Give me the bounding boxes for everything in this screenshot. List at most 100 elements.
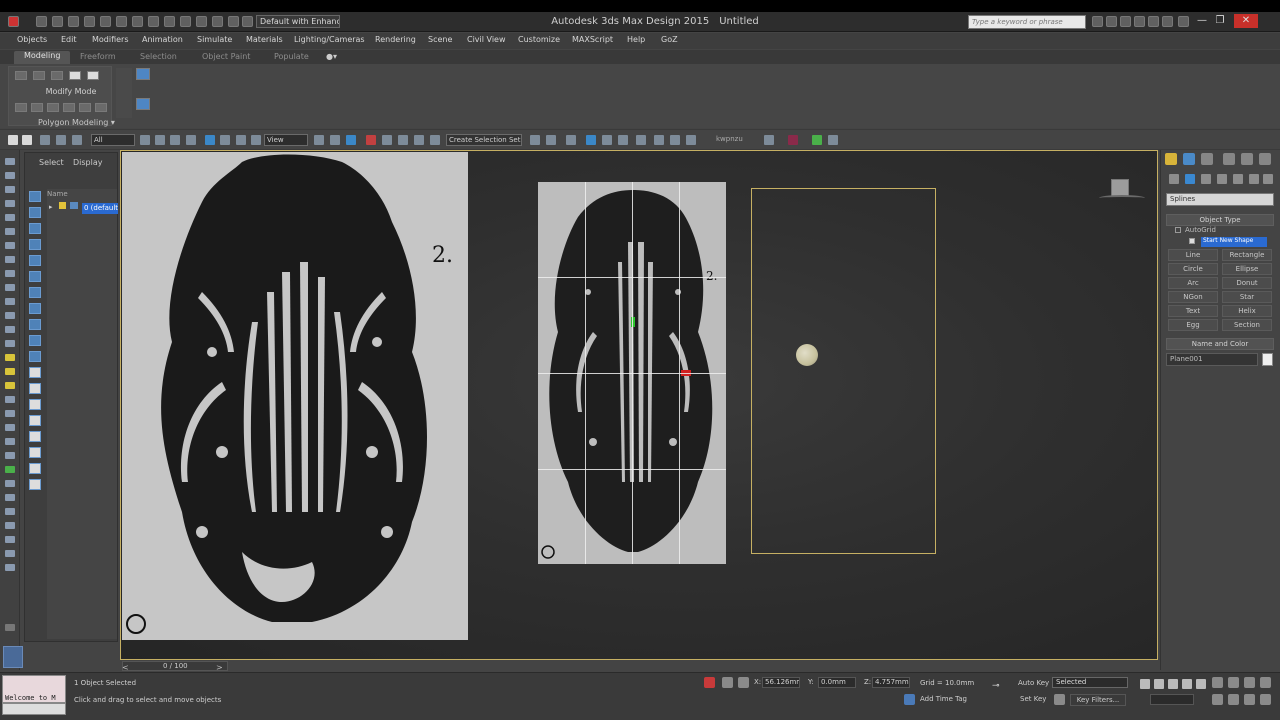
- play-icon[interactable]: [1168, 679, 1178, 689]
- mirror-icon[interactable]: [530, 135, 540, 145]
- explorer-tool-icon[interactable]: [29, 383, 41, 394]
- start-new-shape-checkbox[interactable]: [1189, 238, 1195, 244]
- quick-access-icon[interactable]: [164, 16, 175, 27]
- utilities-tab-icon[interactable]: [1259, 153, 1271, 165]
- zoom-icon[interactable]: [1212, 677, 1223, 688]
- tool-strip-icon[interactable]: [5, 158, 15, 165]
- zoom-all-icon[interactable]: [1228, 677, 1239, 688]
- pivot-center-icon[interactable]: [314, 135, 324, 145]
- tool-strip-icon[interactable]: [5, 522, 15, 529]
- reference-coordinate-dropdown[interactable]: View: [264, 134, 308, 146]
- prev-frame-icon[interactable]: [1154, 679, 1164, 689]
- orbit-icon[interactable]: [1244, 694, 1255, 705]
- menu-simulate[interactable]: Simulate: [197, 35, 232, 44]
- placement-icon[interactable]: [251, 135, 261, 145]
- tool-strip-icon[interactable]: [5, 242, 15, 249]
- undo-icon[interactable]: [84, 16, 95, 27]
- ribbon-options-icon[interactable]: ●▾: [326, 52, 337, 61]
- tool-strip-icon[interactable]: [5, 312, 15, 319]
- ribbon-tool-icon[interactable]: [136, 68, 150, 80]
- tab-modeling[interactable]: Modeling: [14, 51, 71, 64]
- undo-icon[interactable]: [8, 135, 18, 145]
- quick-access-icon[interactable]: [228, 16, 239, 27]
- help-search-input[interactable]: Type a keyword or phrase: [968, 15, 1086, 29]
- pan-icon[interactable]: [1228, 694, 1239, 705]
- menu-goz[interactable]: GoZ: [661, 35, 678, 44]
- tool-strip-icon[interactable]: [5, 466, 15, 473]
- tool-strip-icon[interactable]: [5, 340, 15, 347]
- tool-strip-icon[interactable]: [5, 200, 15, 207]
- tool-strip-icon[interactable]: [5, 382, 15, 389]
- ribbon-tool-icon[interactable]: [136, 98, 150, 110]
- reference-image-plane-selected[interactable]: 2.: [538, 182, 726, 564]
- y-coordinate-field[interactable]: 0.0mm: [818, 677, 856, 688]
- ribbon-tool-icon[interactable]: [95, 103, 107, 112]
- tool-strip-icon[interactable]: [5, 326, 15, 333]
- tool-strip-icon[interactable]: [5, 396, 15, 403]
- tool-strip-icon[interactable]: [5, 410, 15, 417]
- maximize-viewport-icon[interactable]: [1260, 694, 1271, 705]
- geometry-icon[interactable]: [1169, 174, 1179, 184]
- toggle-scene-explorer-icon[interactable]: [566, 135, 576, 145]
- autogrid-checkbox[interactable]: [1175, 227, 1181, 233]
- modify-tab-icon[interactable]: [1183, 153, 1195, 165]
- tool-strip-icon[interactable]: [5, 214, 15, 221]
- explorer-tool-icon[interactable]: [29, 399, 41, 410]
- ribbon-tool-icon[interactable]: [69, 71, 81, 80]
- tool-strip-icon[interactable]: [5, 564, 15, 571]
- menu-help[interactable]: Help: [627, 35, 645, 44]
- name-and-color-rollout[interactable]: Name and Color: [1166, 338, 1274, 350]
- select-and-rotate-icon[interactable]: [220, 135, 230, 145]
- ribbon-tool-icon[interactable]: [15, 71, 27, 80]
- selected-rectangle-spline[interactable]: [751, 188, 936, 554]
- start-new-shape-button[interactable]: Start New Shape: [1201, 237, 1267, 247]
- current-frame-field[interactable]: [1150, 694, 1194, 705]
- bind-space-warp-icon[interactable]: [72, 135, 82, 145]
- spinner-snap-icon[interactable]: [414, 135, 424, 145]
- hold-icon[interactable]: [116, 16, 127, 27]
- tool-strip-icon[interactable]: [5, 186, 15, 193]
- named-selection-set-dropdown[interactable]: Create Selection Set: [446, 134, 522, 146]
- space-warps-icon[interactable]: [1249, 174, 1259, 184]
- explorer-tool-icon[interactable]: [29, 415, 41, 426]
- tool-strip-icon[interactable]: [5, 624, 15, 631]
- hierarchy-tab-icon[interactable]: [1201, 153, 1213, 165]
- select-and-scale-icon[interactable]: [236, 135, 246, 145]
- systems-icon[interactable]: [1263, 174, 1273, 184]
- donut-button[interactable]: Donut: [1222, 277, 1272, 289]
- create-tab-icon[interactable]: [1165, 153, 1177, 165]
- tool-strip-icon[interactable]: [5, 508, 15, 515]
- select-and-move-icon[interactable]: [205, 135, 215, 145]
- object-color-swatch[interactable]: [1262, 353, 1273, 366]
- object-category-dropdown[interactable]: Splines: [1166, 193, 1274, 206]
- tool-strip-icon[interactable]: [5, 452, 15, 459]
- set-keys-icon[interactable]: [1054, 694, 1065, 705]
- ngon-button[interactable]: NGon: [1168, 291, 1218, 303]
- toggle-layer-explorer-icon[interactable]: [586, 135, 596, 145]
- toolbar-extra-icon[interactable]: [812, 135, 822, 145]
- tool-strip-icon[interactable]: [5, 536, 15, 543]
- next-frame-icon[interactable]: [1182, 679, 1192, 689]
- time-slider-next-icon[interactable]: >: [216, 663, 223, 672]
- rectangle-button[interactable]: Rectangle: [1222, 249, 1272, 261]
- communication-center-icon[interactable]: [1106, 16, 1117, 27]
- tool-strip-icon[interactable]: [5, 550, 15, 557]
- modify-mode-button[interactable]: Modify Mode: [35, 87, 107, 96]
- key-set-dropdown[interactable]: Selected: [1052, 677, 1128, 688]
- select-link-icon[interactable]: [40, 135, 50, 145]
- menu-lighting-cameras[interactable]: Lighting/Cameras: [294, 35, 365, 44]
- quick-access-icon[interactable]: [196, 16, 207, 27]
- explorer-tool-icon[interactable]: [29, 351, 41, 362]
- close-button[interactable]: ✕: [1234, 14, 1258, 28]
- isolate-selection-icon[interactable]: [704, 677, 715, 688]
- menu-maxscript[interactable]: MAXScript: [572, 35, 613, 44]
- menu-scene[interactable]: Scene: [428, 35, 452, 44]
- project-folder-icon[interactable]: [148, 16, 159, 27]
- arc-button[interactable]: Arc: [1168, 277, 1218, 289]
- edit-named-selection-icon[interactable]: [430, 135, 440, 145]
- material-editor-icon[interactable]: [654, 135, 664, 145]
- tool-strip-icon[interactable]: [5, 438, 15, 445]
- explorer-tool-icon[interactable]: [29, 319, 41, 330]
- line-button[interactable]: Line: [1168, 249, 1218, 261]
- menu-materials[interactable]: Materials: [246, 35, 283, 44]
